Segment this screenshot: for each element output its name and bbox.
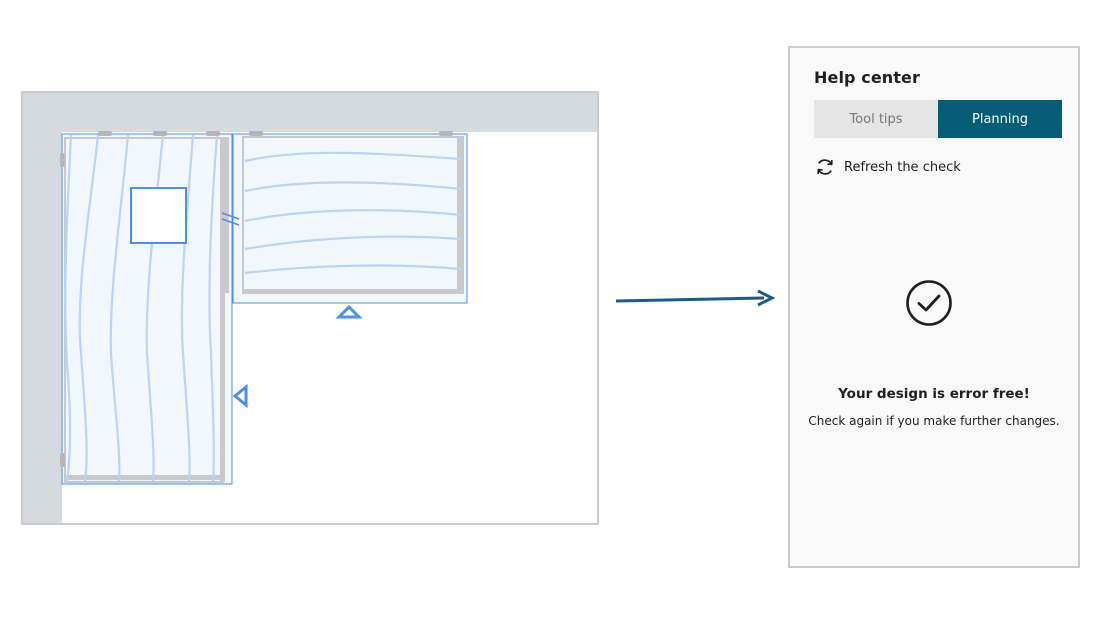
refresh-label: Refresh the check bbox=[844, 159, 961, 175]
cabinet-top[interactable] bbox=[221, 131, 468, 319]
panel-title: Help center bbox=[814, 68, 920, 87]
check-circle-icon bbox=[906, 280, 952, 326]
status-title: Your design is error free! bbox=[838, 386, 1030, 402]
help-center-panel: Help center Tool tips Planning Refresh t… bbox=[788, 46, 1080, 568]
refresh-check-button[interactable]: Refresh the check bbox=[814, 156, 961, 178]
wall-top bbox=[23, 93, 597, 132]
arrow-right-icon bbox=[615, 289, 776, 307]
wall-left bbox=[23, 93, 62, 523]
tab-planning[interactable]: Planning bbox=[938, 100, 1062, 138]
tab-tool-tips[interactable]: Tool tips bbox=[814, 100, 938, 138]
floor-plan-drawing bbox=[23, 93, 597, 523]
help-tabs: Tool tips Planning bbox=[814, 100, 1062, 138]
refresh-icon bbox=[817, 159, 833, 175]
status-subtitle: Check again if you make further changes. bbox=[808, 414, 1060, 428]
floor-plan-canvas[interactable] bbox=[21, 91, 599, 525]
screen: Help center Tool tips Planning Refresh t… bbox=[0, 0, 1098, 618]
cabinet-left[interactable] bbox=[60, 131, 248, 485]
